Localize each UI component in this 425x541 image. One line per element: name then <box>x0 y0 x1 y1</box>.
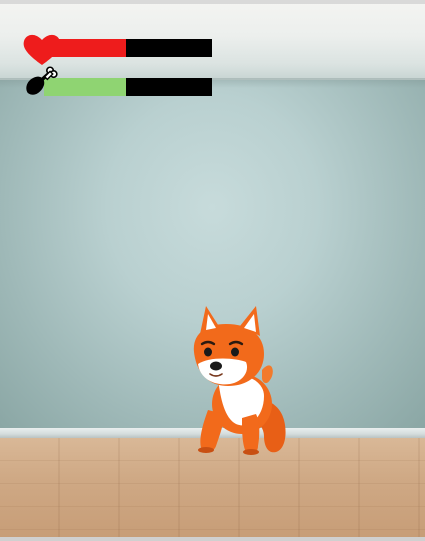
health-bar-track <box>44 39 212 57</box>
game-scene <box>0 0 425 541</box>
hunger-bar-track <box>44 78 212 96</box>
drumstick-icon <box>26 66 58 95</box>
health-meter <box>22 33 212 65</box>
bottom-edge <box>0 537 425 541</box>
hunger-meter <box>22 66 212 96</box>
pet-dog[interactable] <box>180 300 300 460</box>
top-edge <box>0 0 425 4</box>
heart-icon <box>23 34 61 65</box>
